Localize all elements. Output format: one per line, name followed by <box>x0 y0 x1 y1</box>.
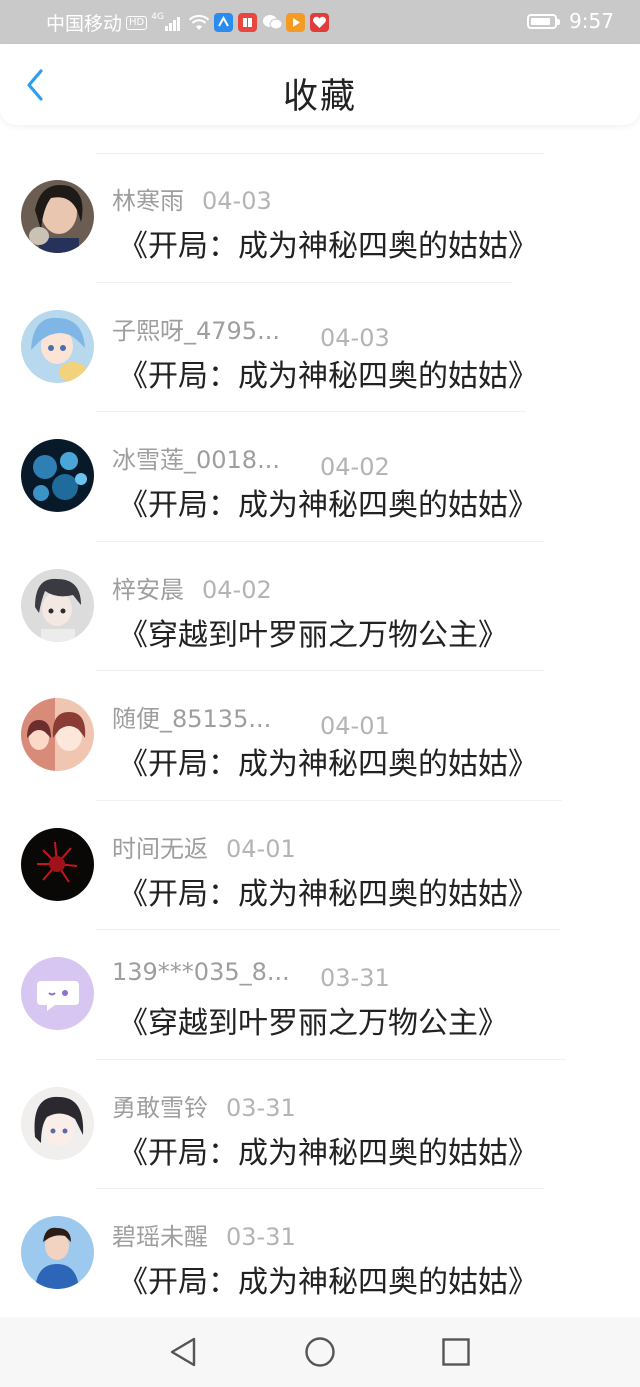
header: 收藏 <box>0 44 640 125</box>
favorite-date: 03-31 <box>226 1093 296 1122</box>
square-recent-icon <box>442 1338 470 1366</box>
list-item[interactable]: 勇敢雪铃 03-31 《开局：成为神秘四奥的姑姑》 <box>0 1060 640 1189</box>
favorites-list: 林寒雨 04-03 《开局：成为神秘四奥的姑姑》 子熙呀_4795... 04-03 《开… <box>0 153 640 1319</box>
favorite-date: 04-02 <box>320 453 390 481</box>
wechat-icon <box>262 13 283 32</box>
book-title[interactable]: 《开局：成为神秘四奥的姑姑》 <box>118 1128 538 1172</box>
video-app-icon <box>285 13 305 32</box>
page-title: 收藏 <box>282 77 357 117</box>
system-nav-bar <box>0 1317 640 1387</box>
user-info: 碧瑶未醒 03-31 <box>112 1217 296 1252</box>
battery-icon <box>527 13 561 29</box>
user-info: 139***035_8... 03-31 <box>112 958 390 992</box>
list-item[interactable]: 林寒雨 04-03 《开局：成为神秘四奥的姑姑》 <box>0 153 640 283</box>
avatar[interactable] <box>21 698 94 771</box>
battery-fill <box>531 17 551 25</box>
wifi-icon <box>188 14 209 30</box>
list-item[interactable]: 子熙呀_4795... 04-03 《开局：成为神秘四奥的姑姑》 <box>0 283 640 412</box>
book-title[interactable]: 《开局：成为神秘四奥的姑姑》 <box>118 739 538 783</box>
signal-icon <box>164 15 181 31</box>
favorite-date: 04-02 <box>202 575 272 604</box>
user-name[interactable]: 碧瑶未醒 <box>112 1217 208 1252</box>
book-title[interactable]: 《开局：成为神秘四奥的姑姑》 <box>118 351 538 395</box>
user-info: 冰雪莲_0018... 04-02 <box>112 440 390 481</box>
list-item[interactable]: 时间无返 04-01 《开局：成为神秘四奥的姑姑》 <box>0 801 640 930</box>
user-name[interactable]: 勇敢雪铃 <box>112 1088 208 1123</box>
user-name[interactable]: 林寒雨 <box>112 181 184 216</box>
hd-badge: HD <box>126 15 148 30</box>
user-info: 子熙呀_4795... 04-03 <box>112 311 390 352</box>
book-title[interactable]: 《穿越到叶罗丽之万物公主》 <box>118 610 508 654</box>
nav-recent-button[interactable] <box>439 1335 473 1369</box>
avatar[interactable] <box>21 1086 94 1160</box>
book-title[interactable]: 《开局：成为神秘四奥的姑姑》 <box>118 1257 538 1301</box>
avatar[interactable] <box>21 957 94 1030</box>
avatar[interactable] <box>21 309 94 383</box>
nav-home-button[interactable] <box>303 1335 337 1369</box>
favorite-date: 03-31 <box>320 964 390 992</box>
list-item[interactable]: 梓安晨 04-02 《穿越到叶罗丽之万物公主》 <box>0 542 640 671</box>
app-notification-icon <box>213 13 233 32</box>
user-name[interactable]: 139***035_8... <box>112 958 302 986</box>
list-item[interactable]: 139***035_8... 03-31 《穿越到叶罗丽之万物公主》 <box>0 930 640 1060</box>
list-item[interactable]: 随便_85135... 04-01 《开局：成为神秘四奥的姑姑》 <box>0 671 640 801</box>
user-name[interactable]: 随便_85135... <box>112 699 302 734</box>
nav-back-button[interactable] <box>166 1335 200 1369</box>
user-info: 随便_85135... 04-01 <box>112 699 390 740</box>
avatar[interactable] <box>21 568 94 642</box>
status-time: 9:57 <box>569 9 614 33</box>
user-info: 梓安晨 04-02 <box>112 570 272 605</box>
user-name[interactable]: 冰雪莲_0018... <box>112 440 302 475</box>
favorite-date: 04-03 <box>202 187 272 215</box>
heart-app-icon <box>309 13 329 32</box>
avatar[interactable] <box>21 180 94 253</box>
user-name[interactable]: 时间无返 <box>112 829 208 864</box>
avatar[interactable] <box>21 439 94 512</box>
triangle-back-icon <box>170 1337 196 1367</box>
book-title[interactable]: 《开局：成为神秘四奥的姑姑》 <box>118 221 538 265</box>
reader-app-icon <box>237 13 257 32</box>
list-item[interactable]: 冰雪莲_0018... 04-02 《开局：成为神秘四奥的姑姑》 <box>0 412 640 542</box>
user-info: 林寒雨 04-03 <box>112 181 272 216</box>
user-info: 勇敢雪铃 03-31 <box>112 1088 296 1123</box>
book-title[interactable]: 《开局：成为神秘四奥的姑姑》 <box>118 480 538 524</box>
favorite-date: 04-03 <box>320 323 390 352</box>
status-left: 中国移动 HD 4G <box>46 9 329 36</box>
favorite-date: 04-01 <box>320 712 390 740</box>
favorite-date: 03-31 <box>226 1223 296 1251</box>
user-name[interactable]: 子熙呀_4795... <box>112 311 302 346</box>
book-title[interactable]: 《穿越到叶罗丽之万物公主》 <box>118 998 508 1042</box>
carrier-label: 中国移动 <box>46 13 123 35</box>
status-bar: 中国移动 HD 4G 9:57 <box>0 0 640 44</box>
avatar[interactable] <box>21 1216 94 1289</box>
status-right: 9:57 <box>527 9 614 33</box>
circle-home-icon <box>305 1337 335 1367</box>
network-type: 4G <box>151 11 164 22</box>
user-info: 时间无返 04-01 <box>112 829 296 864</box>
user-name[interactable]: 梓安晨 <box>112 570 184 605</box>
book-title[interactable]: 《开局：成为神秘四奥的姑姑》 <box>118 869 538 913</box>
avatar[interactable] <box>21 827 94 901</box>
favorite-date: 04-01 <box>226 834 296 863</box>
list-item[interactable]: 碧瑶未醒 03-31 《开局：成为神秘四奥的姑姑》 <box>0 1189 640 1319</box>
